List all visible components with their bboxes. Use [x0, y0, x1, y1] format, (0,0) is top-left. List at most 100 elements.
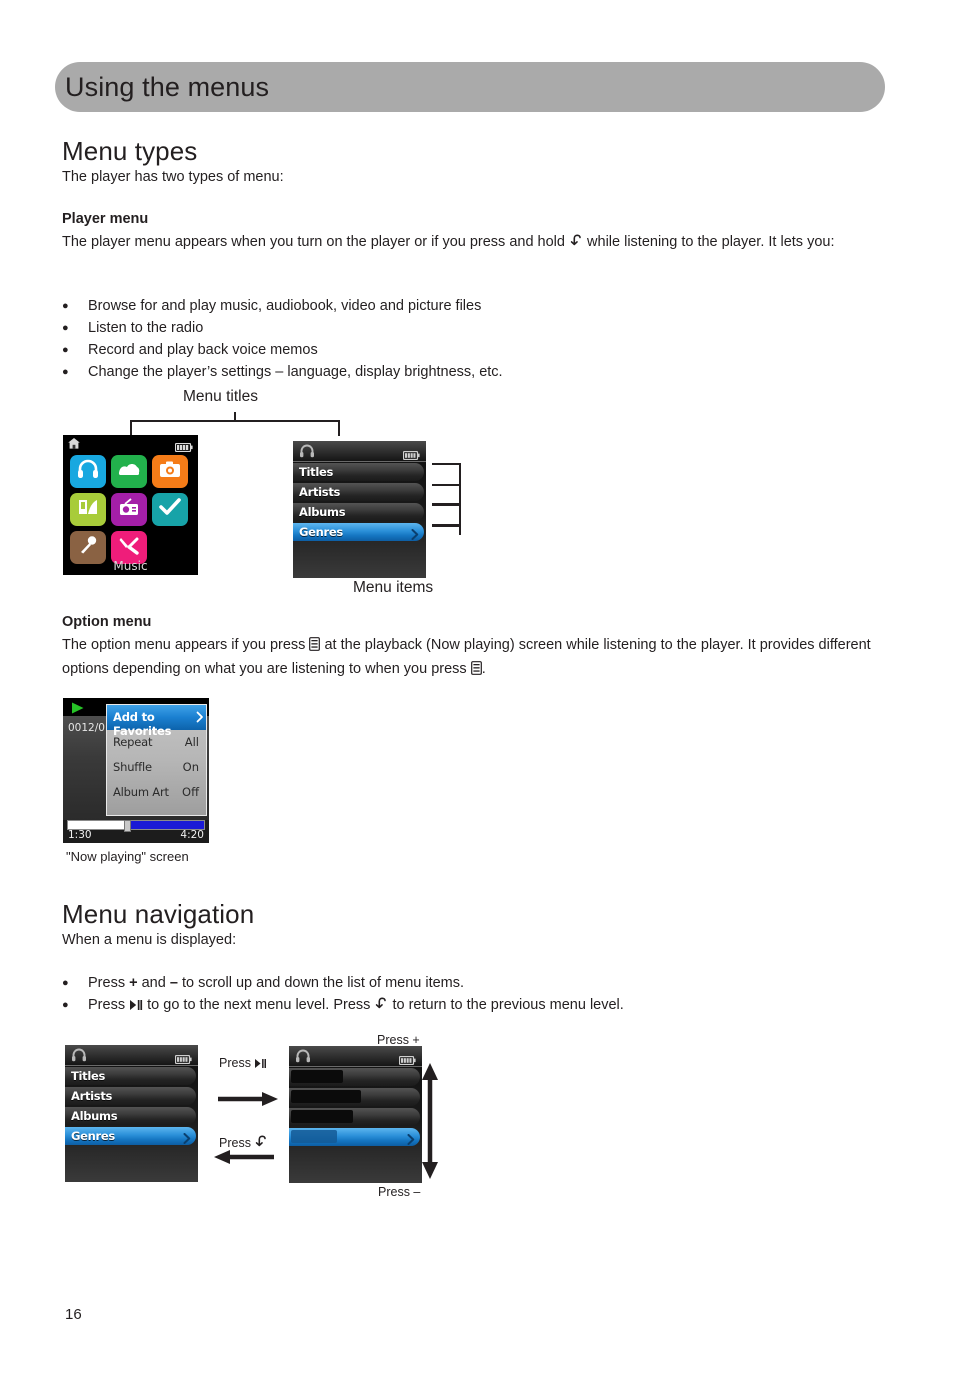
- menu-item-label: Genres: [71, 1129, 115, 1143]
- nav-bullet-0-pre: Press: [88, 975, 126, 991]
- option-item-album-art[interactable]: Album Art Off: [107, 780, 206, 805]
- nav-bullet-1: Press to go to the next menu level. Pres…: [88, 995, 852, 1019]
- player-menu-bullet-2: Record and play back voice memos: [88, 342, 318, 358]
- tile-pictures[interactable]: [152, 455, 188, 488]
- back-button-icon: [374, 997, 388, 1019]
- press-minus-label: Press –: [378, 1185, 421, 1199]
- arrow-right-icon: [218, 1090, 280, 1113]
- redacted-label: [291, 1070, 343, 1083]
- press-play-label: Press: [219, 1056, 267, 1072]
- press-play-text: Press: [219, 1056, 251, 1070]
- player-menu-bullet-1: Listen to the radio: [88, 320, 204, 336]
- menu-item-row[interactable]: [289, 1088, 420, 1106]
- redacted-label: [291, 1130, 337, 1143]
- option-menu-paragraph-part1: The option menu appears if you press: [62, 637, 306, 653]
- option-item-repeat[interactable]: Repeat All: [107, 730, 206, 755]
- tile-radio[interactable]: [111, 493, 147, 526]
- home-icon: [67, 437, 81, 455]
- device-status-bar: [289, 1046, 422, 1067]
- headphone-icon: [299, 443, 315, 463]
- play-pause-icon: [254, 1058, 267, 1072]
- bullet-dot: ●: [62, 999, 69, 1011]
- time-elapsed: 1:30: [68, 829, 92, 841]
- bullet-dot: ●: [62, 300, 69, 312]
- bullet-dot: ●: [62, 322, 69, 334]
- option-item-value: On: [182, 760, 199, 774]
- book-icon: [77, 498, 99, 521]
- menu-item-titles[interactable]: Titles: [293, 463, 424, 481]
- device-screen-nav-right: [289, 1046, 422, 1183]
- menu-item-row[interactable]: [289, 1108, 420, 1126]
- section-heading-menu-types: Menu types: [62, 136, 198, 166]
- chevron-right-icon: [196, 710, 204, 728]
- menu-item-row-selected[interactable]: [289, 1128, 420, 1146]
- page-title: Using the menus: [65, 72, 270, 102]
- option-item-label: Album Art: [113, 785, 169, 799]
- list-item: ● Listen to the radio: [62, 318, 762, 340]
- player-menu-paragraph-part2: while listening to the player. It lets y…: [587, 234, 835, 250]
- menu-item-list: [289, 1068, 422, 1148]
- menu-item-genres[interactable]: Genres: [293, 523, 424, 541]
- bracket-left-leg: [130, 420, 132, 436]
- device-screen-now-playing: 0012/0 Add to Favorites Repeat All Shuff…: [63, 698, 209, 843]
- nav-bullet-0-mid: and: [141, 975, 166, 991]
- minus-symbol: –: [169, 975, 178, 991]
- menu-item-albums[interactable]: Albums: [293, 503, 424, 521]
- device-screen-home: Music: [63, 435, 198, 575]
- device-status-bar: [65, 1045, 198, 1066]
- menu-item-artists[interactable]: Artists: [65, 1087, 196, 1105]
- tile-video[interactable]: [111, 455, 147, 488]
- device-screen-nav-left: Titles Artists Albums Genres: [65, 1045, 198, 1182]
- menu-item-row[interactable]: [289, 1068, 420, 1086]
- nav-bullet-1-mid: to go to the next menu level. Press: [147, 997, 371, 1013]
- camera-icon: [159, 460, 181, 483]
- menu-items-bracket-tick: [432, 503, 460, 506]
- option-item-value: All: [184, 735, 199, 749]
- progress-fill: [125, 821, 204, 829]
- option-item-shuffle[interactable]: Shuffle On: [107, 755, 206, 780]
- menu-item-albums[interactable]: Albums: [65, 1107, 196, 1125]
- chevron-right-icon: [411, 527, 419, 545]
- bullet-dot: ●: [62, 344, 69, 356]
- home-selected-label: Music: [113, 559, 148, 573]
- headphone-icon: [295, 1048, 311, 1068]
- device-status-bar: [63, 435, 198, 455]
- menu-item-label: Artists: [71, 1089, 113, 1103]
- menu-item-artists[interactable]: Artists: [293, 483, 424, 501]
- chevron-right-icon: [407, 1132, 415, 1150]
- play-icon: [71, 701, 85, 719]
- tile-audiobooks[interactable]: [70, 493, 106, 526]
- menu-item-list: Titles Artists Albums Genres: [293, 463, 426, 543]
- option-menu-panel: Add to Favorites Repeat All Shuffle On A…: [106, 704, 207, 816]
- play-pause-icon: [129, 997, 143, 1019]
- player-menu-paragraph: The player menu appears when you turn on…: [62, 232, 862, 256]
- menu-titles-label: Menu titles: [183, 388, 258, 405]
- menu-item-label: Titles: [71, 1069, 106, 1083]
- device-status-bar: [293, 441, 426, 462]
- arrow-updown-icon: [419, 1062, 441, 1185]
- arrow-left-icon: [212, 1148, 274, 1171]
- menu-types-intro: The player has two types of menu:: [62, 169, 284, 185]
- microphone-icon: [78, 535, 98, 560]
- option-item-label: Shuffle: [113, 760, 152, 774]
- tile-music[interactable]: [70, 455, 106, 488]
- menu-items-bracket-tick: [432, 524, 460, 527]
- menu-navigation-intro: When a menu is displayed:: [62, 932, 237, 948]
- press-plus-label: Press +: [377, 1033, 420, 1047]
- player-menu-bullet-3: Change the player’s settings – language,…: [88, 364, 503, 380]
- chevron-right-icon: [183, 1131, 191, 1149]
- menu-item-label: Albums: [299, 505, 346, 519]
- player-menu-paragraph-part1: The player menu appears when you turn on…: [62, 234, 565, 250]
- menu-item-label: Genres: [299, 525, 343, 539]
- menu-item-titles[interactable]: Titles: [65, 1067, 196, 1085]
- option-item-add-to-favorites[interactable]: Add to Favorites: [107, 705, 206, 738]
- playback-times: 1:30 4:20: [63, 829, 209, 843]
- option-button-icon: [470, 660, 482, 683]
- menu-item-list: Titles Artists Albums Genres: [65, 1067, 198, 1147]
- tile-tasks[interactable]: [152, 493, 188, 526]
- menu-item-genres[interactable]: Genres: [65, 1127, 196, 1145]
- plus-symbol: +: [129, 975, 138, 991]
- device-screen-music-menu: Titles Artists Albums Genres: [293, 441, 426, 578]
- list-item: ● Change the player’s settings – languag…: [62, 362, 762, 384]
- nav-bullet-0-post: to scroll up and down the list of menu i…: [181, 975, 465, 991]
